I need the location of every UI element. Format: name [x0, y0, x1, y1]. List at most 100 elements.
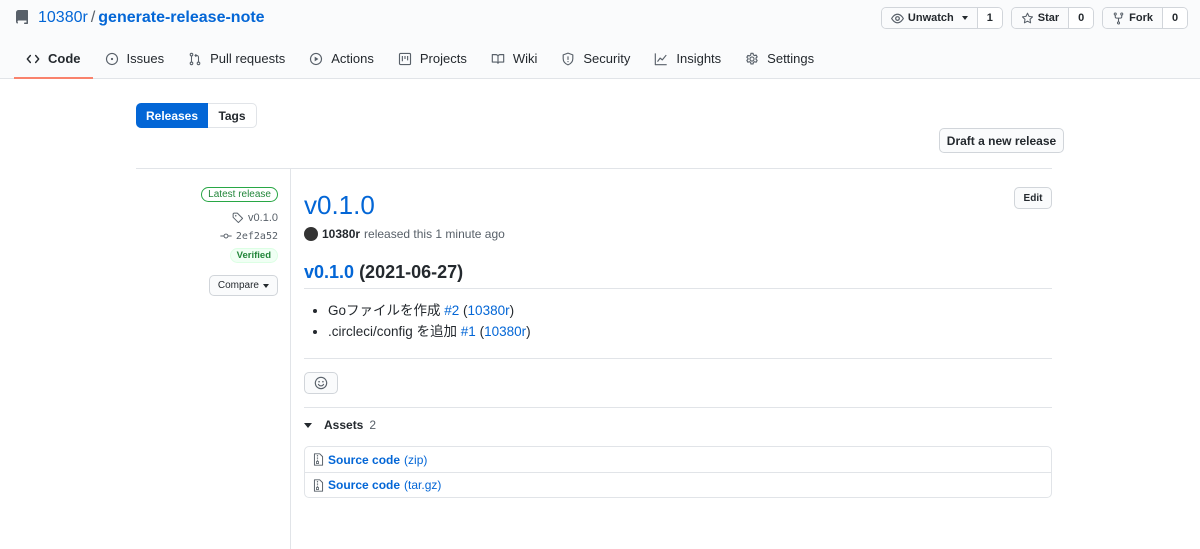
assets-count: 2	[369, 418, 377, 432]
release-notes: Goファイルを作成 #2 (10380r) .circleci/config を…	[304, 300, 1052, 342]
unwatch-button[interactable]: Unwatch	[881, 8, 978, 28]
tag-row[interactable]: v0.1.0	[136, 212, 278, 224]
tab-code-label: Code	[48, 51, 81, 66]
eye-icon	[890, 13, 904, 23]
asset-format: (zip)	[404, 452, 428, 467]
commit-icon	[220, 233, 232, 239]
release-notes-list: Goファイルを作成 #2 (10380r) .circleci/config を…	[328, 300, 1052, 342]
release-title-link[interactable]: v0.1.0	[304, 190, 375, 220]
note-paren: )	[526, 324, 531, 339]
author-link[interactable]: 10380r	[322, 227, 360, 241]
tab-actions[interactable]: Actions	[297, 40, 386, 79]
assets-divider	[304, 407, 1052, 408]
repo-actions: Unwatch 1 Star 0 Fork 0	[880, 7, 1188, 29]
list-item[interactable]: Source code (tar.gz)	[305, 472, 1051, 497]
releases-tags-subnav: Releases Tags	[136, 103, 257, 128]
assets-toggle[interactable]: Assets 2	[304, 418, 376, 432]
repo-name-link[interactable]: generate-release-note	[98, 9, 264, 27]
tab-actions-label: Actions	[331, 51, 374, 66]
commit-row[interactable]: 2ef2a52	[136, 230, 278, 242]
star-icon	[1021, 12, 1033, 23]
repo-icon	[15, 10, 28, 24]
tab-insights-label: Insights	[676, 51, 722, 66]
book-icon	[491, 53, 505, 64]
code-icon	[26, 54, 40, 63]
user-link[interactable]: 10380r	[484, 324, 526, 339]
repo-header: 10380r / generate-release-note Unwatch 1…	[0, 0, 1200, 79]
tab-code[interactable]: Code	[14, 40, 93, 79]
release-content: v0.1.0 Edit 10380r released this 1 minut…	[304, 187, 1052, 241]
heading-date: (2021-06-27)	[359, 262, 464, 282]
note-paren: (	[475, 324, 485, 339]
file-zip-icon	[313, 478, 324, 492]
tab-projects-label: Projects	[419, 51, 467, 66]
tag-name[interactable]: v0.1.0	[248, 212, 278, 224]
tab-insights[interactable]: Insights	[642, 40, 733, 79]
release-sidebar-divider	[290, 168, 291, 549]
user-link[interactable]: 10380r	[468, 303, 510, 318]
fork-icon	[1113, 11, 1124, 25]
compare-button[interactable]: Compare	[208, 275, 278, 296]
list-item: .circleci/config を追加 #1 (10380r)	[328, 321, 1052, 342]
graph-icon	[655, 52, 668, 65]
notes-divider	[304, 358, 1052, 359]
fork-button[interactable]: Fork	[1103, 8, 1163, 28]
fork-button-group: Fork 0	[1102, 7, 1188, 29]
project-icon	[398, 52, 411, 65]
caret-down-icon	[263, 283, 269, 288]
gear-icon	[746, 52, 758, 65]
asset-name-link[interactable]: Source code	[328, 478, 400, 492]
releases-tab[interactable]: Releases	[136, 103, 208, 128]
repo-owner-link[interactable]: 10380r	[38, 9, 88, 27]
asset-format: (tar.gz)	[404, 478, 442, 492]
watch-button-group: Unwatch 1	[880, 7, 1003, 29]
chevron-down-icon	[961, 16, 968, 20]
note-text: Goファイルを作成	[328, 303, 445, 318]
tab-issues-label: Issues	[126, 51, 165, 66]
tags-tab[interactable]: Tags	[208, 103, 257, 128]
verified-badge[interactable]: Verified	[229, 248, 278, 263]
tab-security-label: Security	[583, 51, 631, 66]
tab-wiki-label: Wiki	[512, 51, 538, 66]
tab-projects[interactable]: Projects	[386, 40, 479, 79]
compare-row: Compare	[136, 275, 278, 296]
edit-button[interactable]: Edit	[1014, 187, 1052, 209]
avatar[interactable]	[304, 227, 318, 241]
shield-icon	[563, 52, 574, 65]
unwatch-label: Unwatch	[907, 12, 954, 24]
repo-separator: /	[90, 9, 96, 26]
file-zip-icon	[313, 453, 324, 466]
release-divider	[136, 168, 1052, 169]
draft-new-release-button[interactable]: Draft a new release	[939, 128, 1064, 153]
list-item: Goファイルを作成 #2 (10380r)	[328, 300, 1052, 321]
tab-settings[interactable]: Settings	[733, 40, 826, 79]
assets-label: Assets	[324, 418, 364, 432]
compare-label: Compare	[217, 280, 259, 291]
pr-link[interactable]: #1	[461, 324, 476, 339]
add-reaction-button[interactable]	[304, 372, 338, 394]
list-item[interactable]: Source code (zip)	[305, 447, 1051, 472]
commit-sha[interactable]: 2ef2a52	[236, 231, 278, 242]
note-text: .circleci/config を追加	[328, 324, 461, 339]
repo-tabs: Code Issues Pull requests Actions Projec…	[14, 40, 826, 79]
verified-row: Verified	[136, 248, 278, 263]
fork-count[interactable]: 0	[1163, 8, 1187, 28]
star-button-group: Star 0	[1010, 7, 1095, 29]
assets-list: Source code (zip) Source code (tar.gz)	[304, 446, 1052, 498]
watch-count[interactable]: 1	[977, 8, 1002, 28]
repo-title: 10380r / generate-release-note	[14, 8, 265, 28]
tab-pull-requests[interactable]: Pull requests	[176, 40, 297, 79]
tab-issues[interactable]: Issues	[93, 40, 177, 79]
fork-label: Fork	[1129, 12, 1153, 24]
tab-wiki[interactable]: Wiki	[479, 40, 550, 79]
tab-security[interactable]: Security	[549, 40, 642, 79]
release-notes-heading: v0.1.0 (2021-06-27)	[304, 260, 1052, 289]
issue-icon	[105, 52, 118, 65]
star-count[interactable]: 0	[1069, 8, 1094, 28]
star-label: Star	[1037, 12, 1060, 24]
star-button[interactable]: Star	[1011, 8, 1070, 28]
play-icon	[310, 52, 323, 65]
asset-name-link[interactable]: Source code	[328, 453, 400, 467]
heading-version-link[interactable]: v0.1.0	[304, 262, 354, 282]
pr-link[interactable]: #2	[444, 303, 459, 318]
